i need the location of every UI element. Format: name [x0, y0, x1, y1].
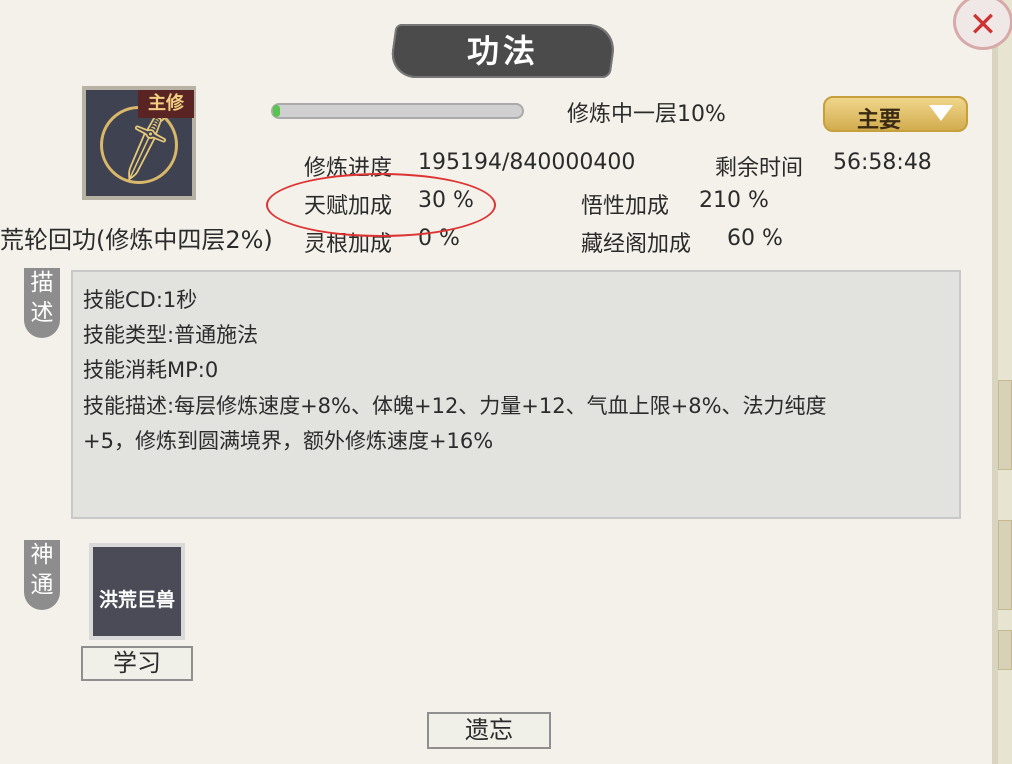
comprehension-bonus-label: 悟性加成	[581, 194, 670, 219]
side-tab[interactable]	[998, 630, 1012, 670]
description-section-tag: 描 述	[24, 268, 60, 338]
description-line: 技能消耗MP:0	[83, 358, 219, 382]
main-cultivation-badge: 主修	[138, 90, 194, 118]
library-bonus-label: 藏经阁加成	[581, 232, 692, 257]
talent-bonus-highlight-circle	[266, 173, 496, 237]
priority-label: 主要	[857, 108, 902, 133]
description-box: 技能CD:1秒 技能类型:普通施法 技能消耗MP:0 技能描述:每层修炼速度+8…	[71, 270, 961, 519]
divine-section-tag: 神 通	[24, 540, 60, 610]
description-tag-char: 描	[30, 270, 54, 296]
chevron-down-icon	[929, 105, 953, 121]
divine-skill-card[interactable]: 洪荒巨兽	[89, 543, 185, 640]
side-tab[interactable]	[998, 520, 1012, 610]
remaining-time-value: 56:58:48	[833, 150, 932, 175]
close-icon: ✕	[968, 5, 998, 45]
skill-name: 荒轮回功(修炼中四层2%)	[0, 226, 273, 254]
close-button[interactable]: ✕	[953, 0, 1012, 50]
description-tag-char: 述	[30, 300, 54, 326]
priority-dropdown[interactable]: 主要	[823, 96, 968, 133]
description-line: 技能类型:普通施法	[83, 323, 259, 347]
library-bonus-value: 60 %	[727, 226, 783, 251]
remaining-time-label: 剩余时间	[715, 156, 804, 181]
side-tab[interactable]	[998, 380, 1012, 470]
forget-button[interactable]: 遗忘	[427, 712, 551, 749]
description-line: +5，修炼到圆满境界，额外修炼速度+16%	[83, 429, 494, 453]
cultivation-progress-bar	[271, 103, 524, 119]
learn-button[interactable]: 学习	[81, 646, 193, 681]
comprehension-bonus-value: 210 %	[699, 188, 769, 213]
divine-tag-char: 神	[30, 542, 54, 568]
divine-tag-char: 通	[30, 572, 54, 598]
divine-skill-label: 洪荒巨兽	[98, 589, 175, 611]
page-title: 功法	[466, 32, 539, 70]
description-line: 技能CD:1秒	[83, 288, 198, 312]
description-line: 技能描述:每层修炼速度+8%、体魄+12、力量+12、气血上限+8%、法力纯度	[83, 394, 827, 418]
progress-fill	[273, 105, 281, 117]
progress-label: 修炼中一层10%	[567, 102, 726, 127]
cultivation-progress-value: 195194/840000400	[418, 150, 636, 175]
